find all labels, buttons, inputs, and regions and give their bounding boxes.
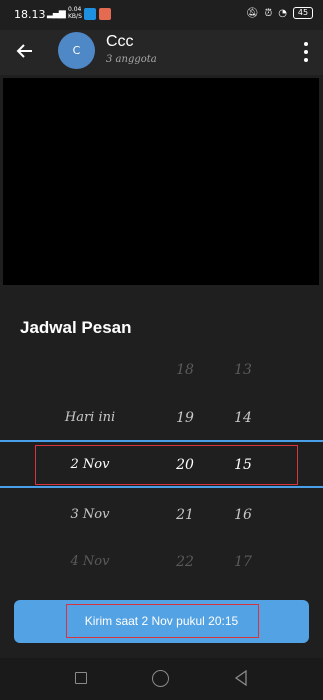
picker-row[interactable]: Hari ini 19 14 — [0, 403, 323, 433]
system-nav-bar — [0, 658, 323, 700]
selection-line-bottom — [0, 486, 323, 488]
app-notification-icon-2 — [99, 8, 111, 20]
battery-icon: 45 — [293, 7, 313, 19]
back-arrow-icon[interactable] — [12, 38, 38, 64]
net-speed-value: 0.04 — [68, 6, 82, 13]
send-button-label: Kirim saat 2 Nov pukul 20:15 — [84, 614, 239, 628]
alarm-icon: ⏰︎ — [264, 7, 273, 19]
status-bar: 18.13 ▂▄▆ 0.04 KB/S 🔕︎ ⏰︎ ◔ 45 — [0, 0, 323, 30]
selection-highlight-box — [35, 445, 298, 485]
chat-title[interactable]: Ccc — [106, 33, 134, 51]
sheet-title: Jadwal Pesan — [20, 318, 132, 337]
picker-minute[interactable]: 16 — [218, 500, 268, 530]
picker-day[interactable] — [30, 355, 150, 385]
nav-back-icon[interactable] — [234, 670, 248, 686]
chat-area — [3, 78, 319, 285]
send-scheduled-button[interactable]: Kirim saat 2 Nov pukul 20:15 — [14, 600, 309, 643]
signal-icon: ▂▄▆ — [47, 9, 66, 19]
picker-minute[interactable]: 14 — [218, 403, 268, 433]
picker-day[interactable]: 4 Nov — [30, 547, 150, 577]
selection-line-top — [0, 440, 323, 442]
net-speed-unit: KB/S — [68, 13, 82, 20]
mute-icon: 🔕︎ — [245, 7, 259, 19]
picker-hour[interactable]: 21 — [160, 500, 210, 530]
avatar[interactable]: C — [58, 32, 95, 69]
picker-hour[interactable]: 19 — [160, 403, 210, 433]
picker-row[interactable]: 3 Nov 21 16 — [0, 500, 323, 530]
picker-hour[interactable]: 22 — [160, 547, 210, 577]
app-notification-icon — [84, 8, 96, 20]
chat-header: C Ccc 3 anggota — [0, 30, 323, 75]
recent-apps-icon[interactable] — [75, 672, 87, 684]
wifi-icon: ◔ — [278, 7, 287, 19]
network-speed: 0.04 KB/S — [68, 6, 82, 20]
picker-minute[interactable]: 17 — [218, 547, 268, 577]
picker-day[interactable]: Hari ini — [30, 403, 150, 433]
status-right-icons: 🔕︎ ⏰︎ ◔ 45 — [246, 7, 313, 19]
status-time: 18.13 — [14, 8, 46, 21]
picker-row[interactable]: 18 13 — [0, 355, 323, 385]
picker-hour[interactable]: 18 — [160, 355, 210, 385]
member-count: 3 anggota — [106, 54, 157, 65]
more-options-icon[interactable] — [303, 42, 309, 62]
picker-row[interactable]: 4 Nov 22 17 — [0, 547, 323, 577]
home-icon[interactable] — [152, 670, 169, 687]
picker-day[interactable]: 3 Nov — [30, 500, 150, 530]
picker-minute[interactable]: 13 — [218, 355, 268, 385]
